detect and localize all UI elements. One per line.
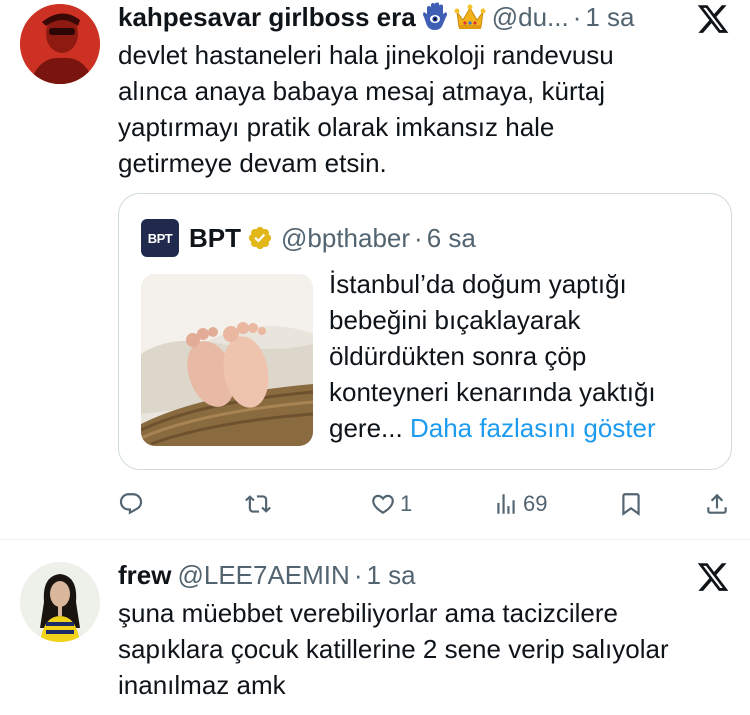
like-count: 1 [400, 491, 413, 516]
display-name[interactable]: kahpesavar girlboss era [118, 2, 416, 33]
x-logo-icon [696, 560, 730, 594]
quoted-text-line: İstanbul’da doğum yaptığı [329, 269, 627, 299]
separator-dot: · [572, 1, 582, 32]
retweet-button[interactable] [245, 484, 271, 524]
tweet-action-bar: 1 69 [0, 484, 750, 524]
heart-icon [370, 491, 396, 517]
share-button[interactable] [704, 484, 730, 524]
quoted-tweet[interactable]: BPT BPT @bpthaber · 6 sa İstanbul’da doğ… [118, 193, 732, 470]
tweet-text-line: getirmeye devam etsin. [118, 148, 387, 178]
tweet-text-line: alınca anaya babaya mesaj atmaya, kürtaj [118, 76, 606, 106]
view-count: 69 [523, 491, 548, 516]
avatar[interactable] [20, 4, 100, 84]
tweet[interactable]: kahpesavar girlboss era @du... · 1 sa de… [0, 0, 750, 540]
tweet-text-line: inanılmaz amk [118, 670, 286, 700]
separator-dot: · [353, 559, 363, 590]
tweet-text: şuna müebbet verebiliyorlar ama tacizcil… [118, 595, 718, 703]
avatar[interactable] [20, 562, 100, 642]
quoted-tweet-text: İstanbul’da doğum yaptığı bebeğini bıçak… [329, 266, 719, 446]
quoted-avatar[interactable]: BPT [141, 219, 179, 257]
timestamp[interactable]: 1 sa [366, 560, 415, 591]
quoted-media-image[interactable] [141, 274, 313, 446]
quoted-text-line: bebeğini bıçaklayarak [329, 305, 581, 335]
x-logo-icon [696, 2, 730, 36]
retweet-icon [245, 491, 271, 517]
gold-check-icon [247, 225, 273, 251]
quoted-text-line: öldürdükten sonra çöp [329, 341, 587, 371]
quoted-text-line: konteyneri kenarında yaktığı [329, 377, 656, 407]
quoted-handle[interactable]: @bpthaber [281, 223, 410, 254]
timestamp[interactable]: 1 sa [585, 2, 634, 33]
views-button[interactable]: 69 [493, 484, 547, 524]
tweet-header: frew @LEE7AEMIN · 1 sa [118, 558, 416, 592]
tweet-text-line: şuna müebbet verebiliyorlar ama tacizcil… [118, 598, 619, 628]
quoted-text-line: gere... Daha fazlasını göster [329, 410, 719, 446]
share-icon [704, 491, 730, 517]
hamsa-emoji-icon [422, 2, 448, 32]
separator-dot: · [414, 222, 423, 253]
tweet[interactable]: frew @LEE7AEMIN · 1 sa şuna müebbet vere… [0, 540, 750, 715]
tweet-text-line: devlet hastaneleri hala jinekoloji rande… [118, 40, 614, 70]
tweet-text-line: yaptırmayı pratik olarak imkansız hale [118, 112, 555, 142]
bookmark-icon [618, 491, 644, 517]
quoted-tweet-header: BPT BPT @bpthaber · 6 sa [141, 219, 476, 257]
tweet-text-line: sapıklara çocuk katillerine 2 sene verip… [118, 634, 669, 664]
quoted-timestamp[interactable]: 6 sa [427, 223, 476, 254]
handle[interactable]: @LEE7AEMIN [177, 560, 349, 591]
like-button[interactable]: 1 [370, 484, 412, 524]
quoted-text-truncated: gere... [329, 413, 403, 443]
bookmark-button[interactable] [618, 484, 644, 524]
tweet-text: devlet hastaneleri hala jinekoloji rande… [118, 37, 718, 181]
reply-button[interactable] [118, 484, 144, 524]
show-more-link[interactable]: Daha fazlasını göster [410, 413, 656, 443]
tweet-header: kahpesavar girlboss era @du... · 1 sa [118, 0, 635, 34]
handle[interactable]: @du... [492, 2, 569, 33]
display-name[interactable]: frew [118, 560, 171, 591]
quoted-display-name[interactable]: BPT [189, 223, 241, 254]
reply-icon [118, 491, 144, 517]
crown-emoji-icon [454, 3, 486, 31]
views-icon [493, 491, 519, 517]
